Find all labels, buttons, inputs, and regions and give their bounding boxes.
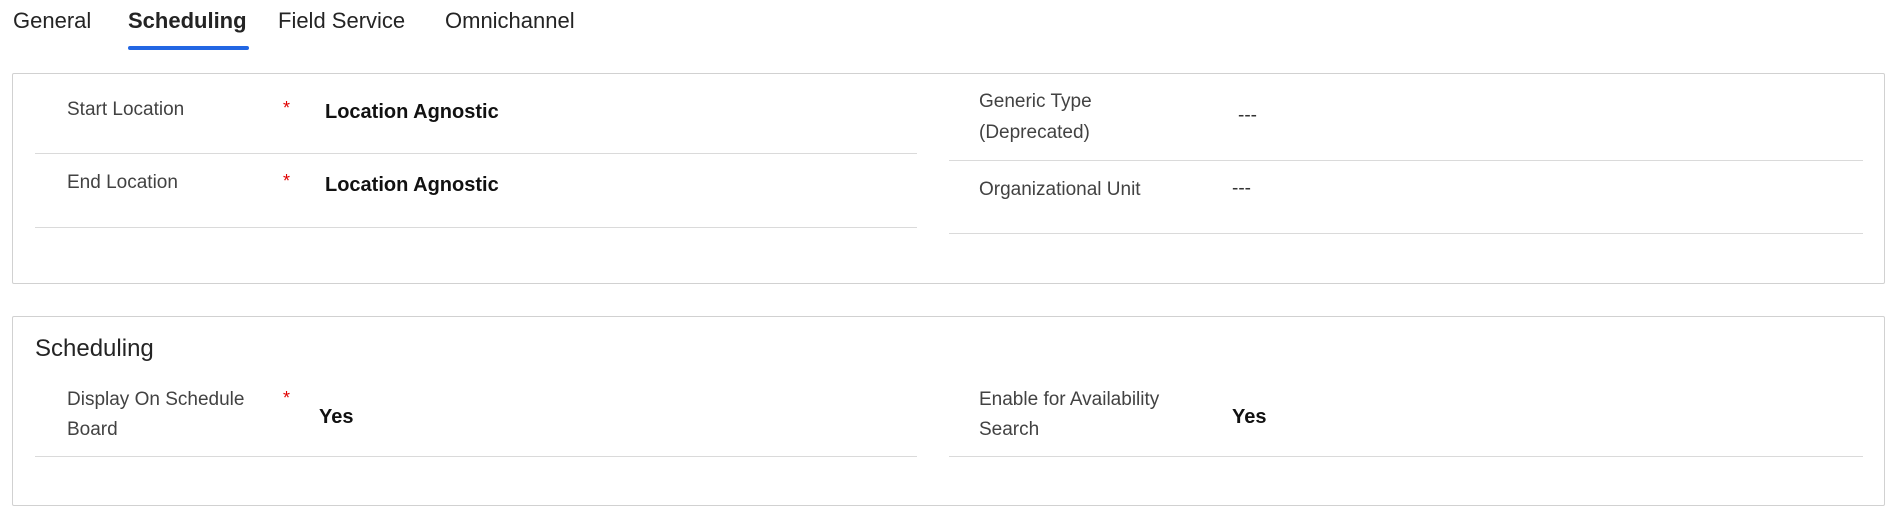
display-on-board-label-line2: Board: [67, 419, 118, 440]
availability-search-label: Enable for Availability: [979, 389, 1160, 410]
divider: [949, 233, 1863, 234]
required-indicator: *: [283, 388, 291, 408]
generic-type-label: Generic Type: [979, 91, 1092, 112]
location-section: Start Location * Location Agnostic End L…: [12, 73, 1885, 284]
org-unit-value[interactable]: ---: [1232, 178, 1251, 200]
section-title: Scheduling: [35, 335, 154, 362]
generic-type-label-line2: (Deprecated): [979, 122, 1090, 143]
org-unit-label: Organizational Unit: [979, 179, 1141, 200]
tab-field-service[interactable]: Field Service: [278, 8, 405, 34]
divider: [949, 160, 1863, 161]
availability-search-value[interactable]: Yes: [1232, 406, 1266, 429]
tab-general[interactable]: General: [13, 8, 91, 34]
availability-search-label-line2: Search: [979, 419, 1040, 440]
active-tab-indicator: [128, 46, 249, 50]
divider: [35, 456, 917, 457]
divider: [949, 456, 1863, 457]
end-location-value[interactable]: Location Agnostic: [325, 174, 499, 197]
scheduling-section: Scheduling Display On Schedule Board * Y…: [12, 316, 1885, 506]
required-indicator: *: [283, 171, 291, 191]
start-location-value[interactable]: Location Agnostic: [325, 101, 499, 124]
tab-omnichannel[interactable]: Omnichannel: [445, 8, 575, 34]
generic-type-value[interactable]: ---: [1238, 105, 1257, 127]
tab-scheduling[interactable]: Scheduling: [128, 8, 247, 34]
display-on-board-value[interactable]: Yes: [319, 406, 353, 429]
divider: [35, 227, 917, 228]
start-location-label: Start Location: [67, 99, 185, 120]
required-indicator: *: [283, 98, 291, 118]
divider: [35, 153, 917, 154]
display-on-board-label: Display On Schedule: [67, 389, 245, 410]
end-location-label: End Location: [67, 172, 178, 193]
